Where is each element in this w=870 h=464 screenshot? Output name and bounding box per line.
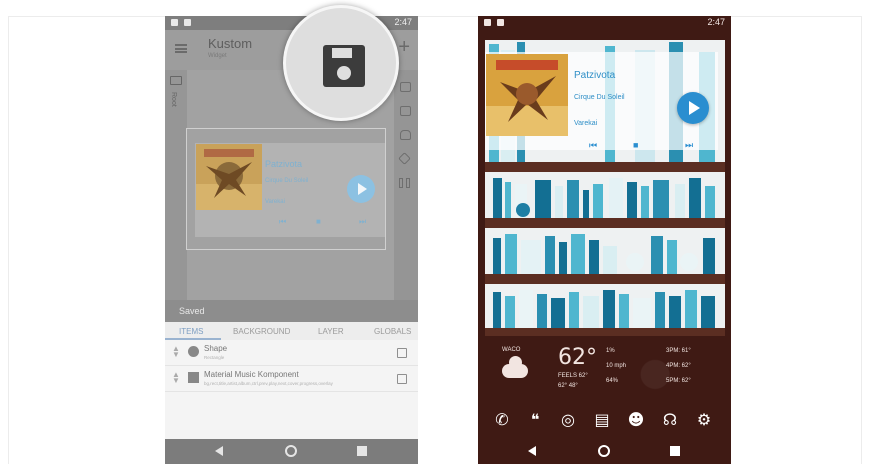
pause-bar-icon[interactable] bbox=[406, 178, 410, 188]
item-name: Shape bbox=[204, 344, 228, 353]
track-album: Varekai bbox=[265, 199, 285, 205]
layers-icon[interactable] bbox=[398, 152, 411, 165]
list-item[interactable]: ▲ ▼ Shape Rectangle bbox=[165, 340, 418, 366]
previous-icon[interactable]: ⏮ bbox=[279, 217, 286, 227]
nav-bar bbox=[165, 439, 418, 464]
tab-items[interactable]: ITEMS bbox=[179, 327, 203, 336]
shape-icon bbox=[188, 346, 199, 357]
item-sub: Rectangle bbox=[204, 355, 225, 360]
save-icon[interactable] bbox=[323, 45, 365, 87]
crop-icon[interactable] bbox=[400, 106, 411, 116]
track-artist: Cirque Du Soleil bbox=[265, 178, 309, 184]
app-dock: ✆ ❝ ◎ ▤ ☻ ☊ ⚙ bbox=[478, 408, 731, 436]
nav-bar bbox=[478, 439, 731, 464]
play-button[interactable] bbox=[677, 92, 709, 124]
weather-feels: FEELS 62° bbox=[558, 373, 588, 379]
cloud-icon bbox=[502, 356, 528, 378]
humidity-stat: 64% bbox=[606, 378, 619, 384]
tab-globals[interactable]: GLOBALS bbox=[374, 327, 411, 336]
menu-icon[interactable] bbox=[175, 44, 187, 53]
shelf-row bbox=[493, 178, 715, 218]
tree-rail: Root bbox=[165, 70, 187, 300]
item-sub: bg,rect,title,artist,album,ctrl,prev,pla… bbox=[204, 381, 333, 386]
music-player-widget[interactable]: Patzivota Cirque Du Soleil Varekai ⏮ ■ ⏭ bbox=[485, 52, 718, 150]
app-subtitle: Widget bbox=[208, 53, 227, 59]
notification-icon bbox=[171, 19, 178, 26]
back-icon[interactable] bbox=[528, 446, 536, 456]
track-title: Patzivota bbox=[574, 70, 616, 81]
android-icon[interactable]: ☻ bbox=[626, 410, 646, 430]
pause-bar-icon[interactable] bbox=[399, 178, 403, 188]
home-icon[interactable] bbox=[598, 445, 610, 457]
square-icon[interactable] bbox=[400, 82, 411, 92]
komponent-icon bbox=[188, 372, 199, 383]
next-icon[interactable]: ⏭ bbox=[359, 217, 366, 227]
play-button[interactable] bbox=[347, 175, 375, 203]
wind-stat: 10 mph bbox=[606, 363, 627, 369]
back-icon[interactable] bbox=[215, 446, 223, 456]
chrome-icon[interactable]: ◎ bbox=[558, 410, 578, 430]
forecast-hour: 4PM: 62° bbox=[666, 363, 691, 369]
folder-icon[interactable] bbox=[170, 76, 182, 85]
weather-city: WACO bbox=[502, 347, 521, 353]
notification-icon bbox=[484, 19, 491, 26]
app-title: Kustom bbox=[208, 36, 253, 51]
stop-icon[interactable]: ■ bbox=[633, 140, 638, 150]
reorder-icon[interactable]: ▲ ▼ bbox=[172, 345, 180, 359]
album-cover bbox=[196, 144, 262, 210]
editor-tabs: ITEMS BACKGROUND LAYER GLOBALS bbox=[165, 322, 418, 340]
tab-layer[interactable]: LAYER bbox=[318, 327, 344, 336]
forecast-hour: 5PM: 62° bbox=[666, 378, 691, 384]
add-icon[interactable]: + bbox=[398, 37, 410, 57]
zoom-callout bbox=[283, 5, 399, 121]
shelf-row bbox=[493, 234, 715, 274]
list-item[interactable]: ▲ ▼ Material Music Komponent bg,rect,titl… bbox=[165, 366, 418, 392]
recents-icon[interactable] bbox=[357, 446, 367, 456]
headphones-icon[interactable]: ☊ bbox=[660, 410, 680, 430]
homescreen-phone: 2:47 Patzivota Cirque Du Soleil Varekai … bbox=[478, 16, 731, 464]
image-icon bbox=[497, 19, 504, 26]
weather-temp: 62° bbox=[558, 345, 597, 370]
screenshot-frame bbox=[8, 16, 862, 464]
shelf-row bbox=[493, 290, 715, 328]
books-icon[interactable]: ▤ bbox=[592, 410, 612, 430]
item-name: Material Music Komponent bbox=[204, 370, 299, 379]
track-artist: Cirque Du Soleil bbox=[574, 94, 625, 101]
next-icon[interactable]: ⏭ bbox=[685, 140, 693, 151]
lock-icon[interactable] bbox=[400, 130, 411, 140]
status-time: 2:47 bbox=[707, 17, 725, 27]
stop-icon[interactable]: ■ bbox=[316, 217, 321, 226]
recents-icon[interactable] bbox=[670, 446, 680, 456]
saved-toast: Saved bbox=[165, 300, 418, 322]
status-time: 2:47 bbox=[394, 17, 412, 27]
track-title: Patzivota bbox=[265, 159, 303, 169]
phone-icon[interactable]: ✆ bbox=[492, 410, 512, 430]
weather-hilo: 62° 48° bbox=[558, 383, 578, 389]
settings-icon[interactable]: ⚙ bbox=[694, 410, 714, 430]
item-checkbox[interactable] bbox=[397, 348, 407, 358]
hangouts-icon[interactable]: ❝ bbox=[525, 410, 545, 430]
music-widget-preview[interactable]: Patzivota Cirque Du Soleil Varekai ⏮ ■ ⏭ bbox=[195, 143, 385, 237]
item-checkbox[interactable] bbox=[397, 374, 407, 384]
precip-stat: 1% bbox=[606, 348, 615, 354]
tool-column bbox=[394, 70, 418, 300]
reorder-icon[interactable]: ▲ ▼ bbox=[172, 371, 180, 385]
image-icon bbox=[184, 19, 191, 26]
tab-background[interactable]: BACKGROUND bbox=[233, 327, 290, 336]
track-album: Varekai bbox=[574, 120, 598, 127]
home-icon[interactable] bbox=[285, 445, 297, 457]
root-label: Root bbox=[170, 92, 177, 107]
album-cover bbox=[486, 54, 568, 136]
status-bar: 2:47 bbox=[478, 16, 731, 30]
previous-icon[interactable]: ⏮ bbox=[589, 140, 597, 151]
forecast-hour: 3PM: 61° bbox=[666, 348, 691, 354]
item-list: ▲ ▼ Shape Rectangle ▲ ▼ Material Music Kom… bbox=[165, 340, 418, 439]
weather-widget[interactable]: WACO 62° FEELS 62° 62° 48° 1% 10 mph 64%… bbox=[478, 342, 731, 402]
